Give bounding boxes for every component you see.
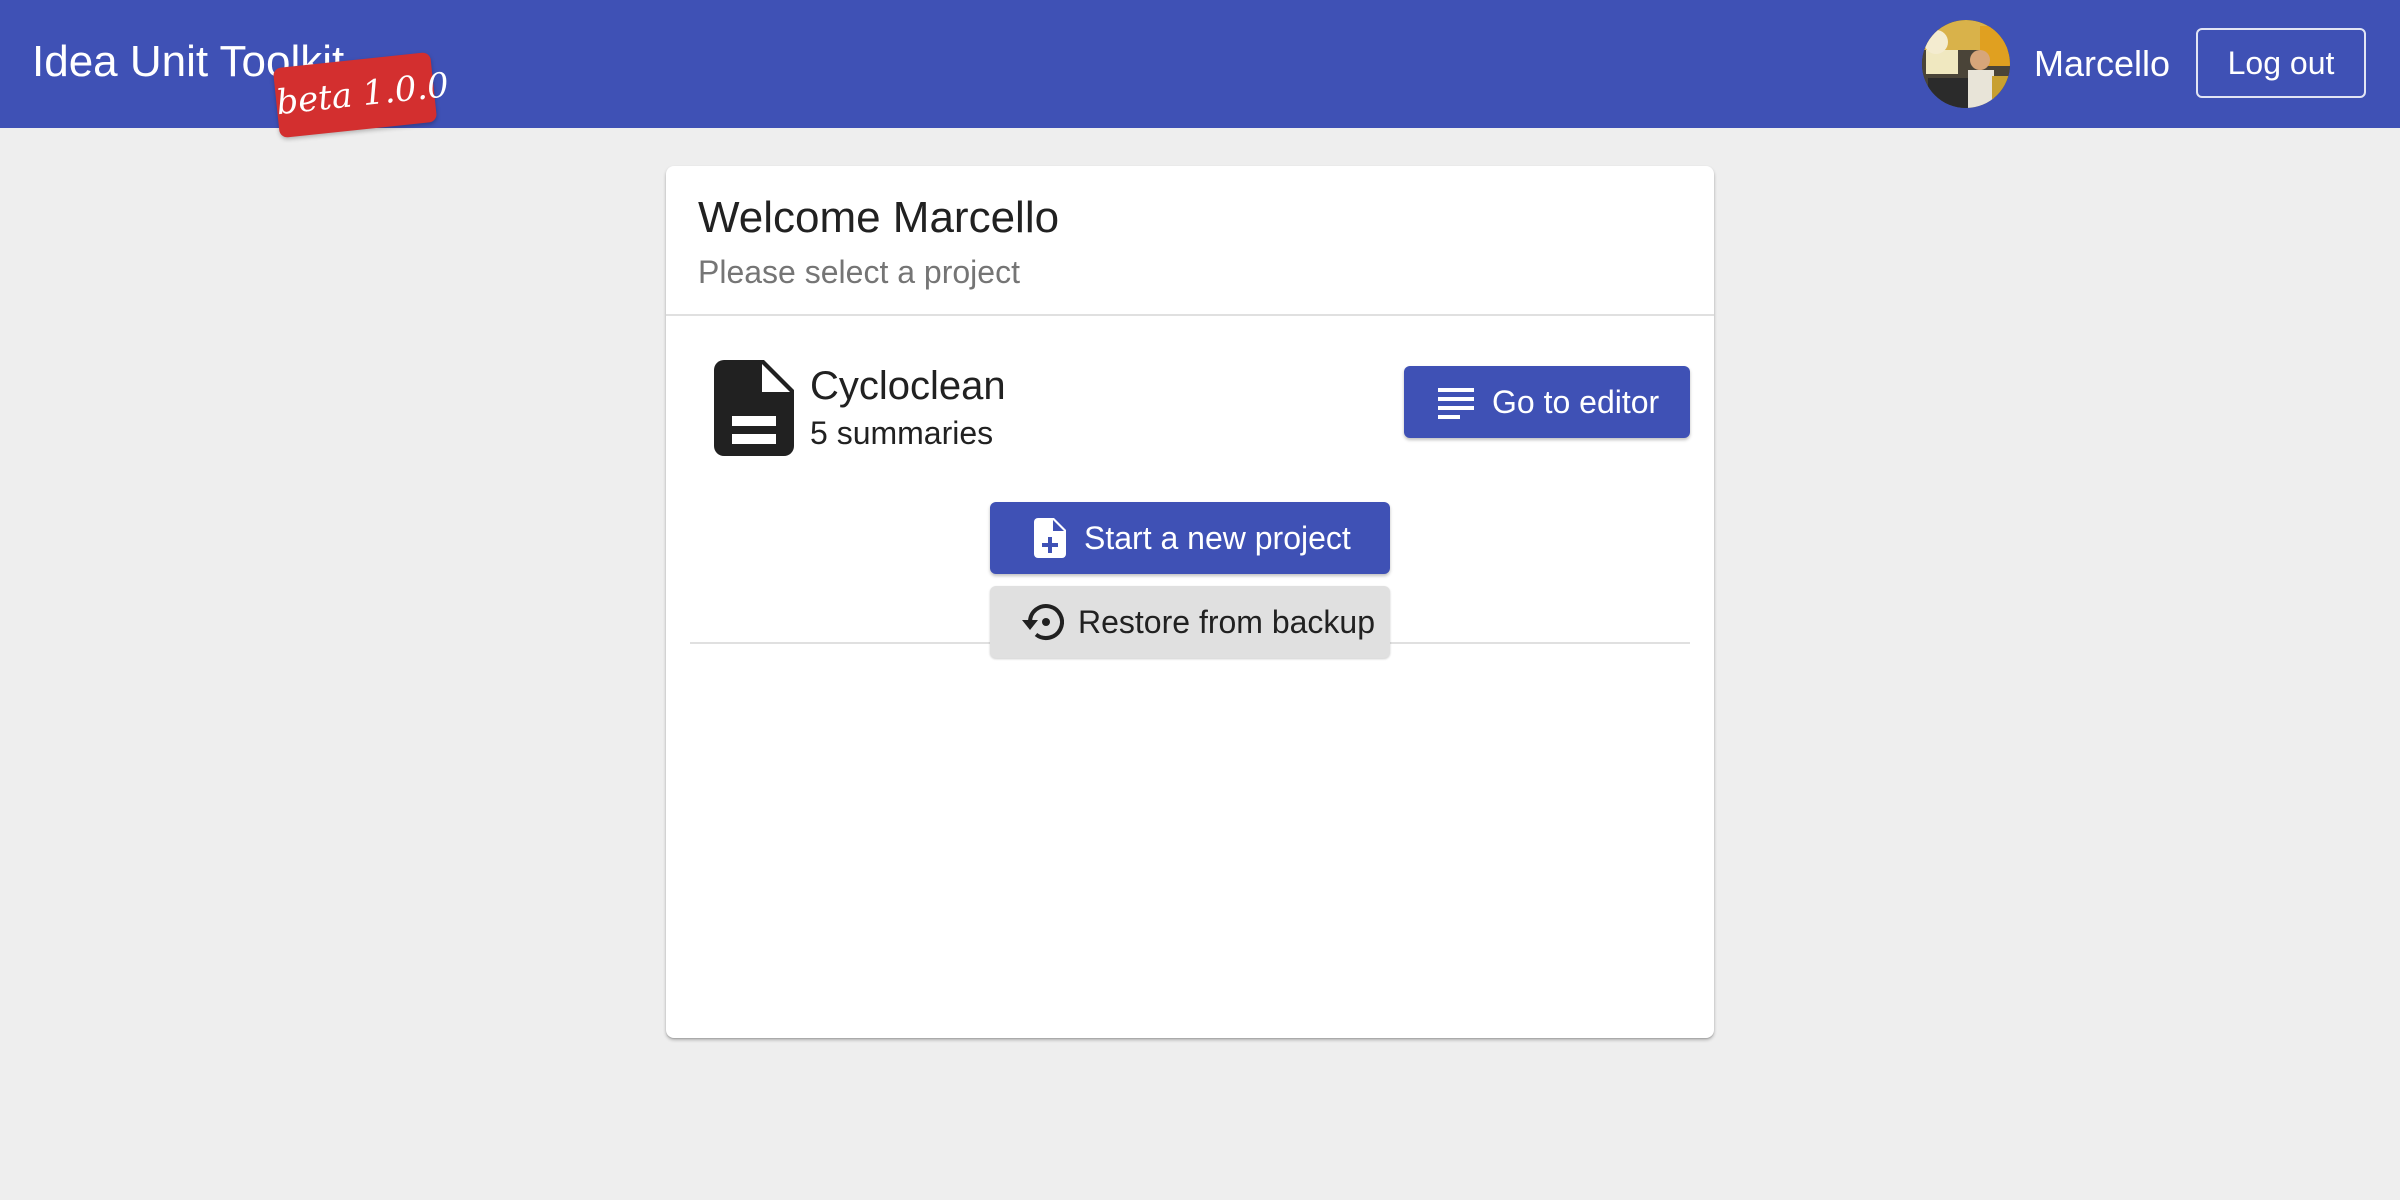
avatar-photo xyxy=(1922,20,2010,108)
restore-from-backup-label: Restore from backup xyxy=(1078,604,1376,640)
user-name: Marcello xyxy=(2034,43,2171,84)
version-badge: beta 1.0.0 xyxy=(272,51,451,139)
logout-button[interactable]: Log out xyxy=(2196,28,2366,98)
project-name: Cycloclean xyxy=(810,364,1006,408)
restore-from-backup-button[interactable]: Restore from backup xyxy=(990,586,1390,658)
project-card: Welcome Marcello Please select a project… xyxy=(666,166,1714,1038)
document-icon xyxy=(714,360,794,456)
project-summary-count: 5 summaries xyxy=(810,415,994,451)
go-to-editor-button[interactable]: Go to editor xyxy=(1404,366,1690,438)
notes-icon xyxy=(1438,388,1474,420)
new-file-icon xyxy=(1034,518,1066,558)
restore-icon xyxy=(1020,602,1064,642)
welcome-title: Welcome Marcello xyxy=(698,193,1060,242)
start-new-project-label: Start a new project xyxy=(1084,520,1351,556)
start-new-project-button[interactable]: Start a new project xyxy=(990,502,1390,574)
go-to-editor-label: Go to editor xyxy=(1492,384,1660,420)
app-bar: Idea Unit Toolkit beta 1.0.0 Marcello Lo… xyxy=(0,0,2400,139)
welcome-subtitle: Please select a project xyxy=(698,254,1020,290)
user-avatar[interactable] xyxy=(1922,20,2010,108)
